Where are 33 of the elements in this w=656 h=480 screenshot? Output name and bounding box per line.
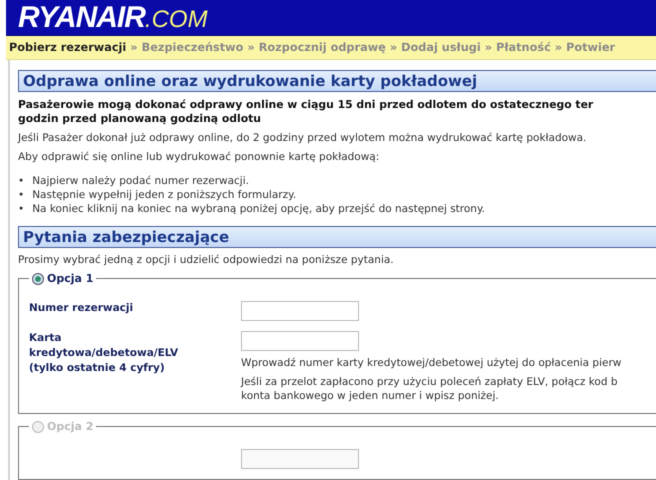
breadcrumb-step: Bezpieczeństwo <box>142 41 244 54</box>
section-heading: Pytania zabezpieczające <box>18 226 656 248</box>
breadcrumb-step: Potwier <box>566 41 616 54</box>
bullet: • <box>18 174 24 188</box>
option-radio[interactable]: Opcja 1 <box>29 272 96 285</box>
field-label: Numer rezerwacji <box>29 301 134 316</box>
paragraph: Aby odprawić się online lub wydrukować ponownie kartę pokładową: <box>18 150 380 164</box>
intro-text: godzin przed planowaną godziną odlotu <box>18 112 262 126</box>
breadcrumb-separator: » <box>390 41 398 54</box>
input-field[interactable] <box>241 331 359 351</box>
bullet: • <box>18 202 24 216</box>
section-heading: Odprawa online oraz wydrukowanie karty pokładowej <box>18 70 656 92</box>
input-field[interactable] <box>241 301 359 321</box>
breadcrumb-separator: » <box>554 41 562 54</box>
help-text: Wprowadź numer karty kredytowej/debetowej użytej do opłacenia pierw <box>241 356 622 370</box>
breadcrumb-step: Płatność <box>496 41 551 54</box>
intro-text: Pasażerowie mogą dokonać odprawy online w ciągu 15 dni przed odlotem do ostatecznego ter <box>18 98 594 112</box>
bullet: • <box>18 188 24 202</box>
breadcrumb-separator: » <box>130 41 138 54</box>
breadcrumb-step: Rozpocznij odprawę <box>258 41 386 54</box>
list-item: Następnie wypełnij jeden z poniższych formularzy. <box>32 188 296 202</box>
instruction-text: Prosimy wybrać jedną z opcji i udzielić odpowiedzi na poniższe pytania. <box>18 254 395 266</box>
logo[interactable]: RYANAIR.COM <box>18 2 208 33</box>
breadcrumb-step: Pobierz rezerwacji <box>9 41 126 54</box>
radio-icon[interactable] <box>32 272 44 284</box>
paragraph: Jeśli Pasażer dokonał już odprawy online, do 2 godziny przed wylotem można wydrukować kartę pokładowa. <box>18 131 588 145</box>
list-item: Najpierw należy podać numer rezerwacji. <box>32 174 249 188</box>
breadcrumb-step: Dodaj usługi <box>401 41 481 54</box>
list-item: Na koniec kliknij na koniec na wybraną poniżej opcję, aby przejść do następnej strony. <box>32 202 486 216</box>
breadcrumb-separator: » <box>247 41 255 54</box>
breadcrumb-separator: » <box>484 41 492 54</box>
help-text: Jeśli za przelot zapłacono przy użyciu poleceń zapłaty ELV, połącz kod b konta bankowego w jeden numer i wpisz poniżej. <box>241 375 618 403</box>
field-label: Karta kredytowa/debetowa/ELV (tylko ostatnie 4 cyfry) <box>29 331 180 376</box>
